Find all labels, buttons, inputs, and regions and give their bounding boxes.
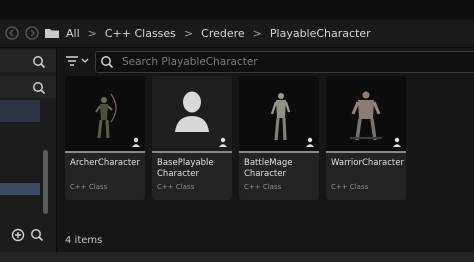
bottom-panel-strip xyxy=(0,252,474,262)
asset-type: C++ Class xyxy=(244,183,282,191)
chevron-right-icon[interactable]: > xyxy=(253,27,262,40)
folder-icon[interactable] xyxy=(44,25,60,41)
breadcrumb-item-playablecharacter[interactable]: PlayableCharacter xyxy=(268,27,373,40)
breadcrumb-item-cpp-classes[interactable]: C++ Classes xyxy=(103,27,178,40)
sources-search-row[interactable] xyxy=(0,50,56,72)
person-icon xyxy=(132,137,140,147)
sources-panel xyxy=(0,48,57,262)
search-bar xyxy=(95,51,474,73)
asset-type-bar xyxy=(152,151,232,153)
asset-type-bar xyxy=(239,151,319,153)
folder-tree-item[interactable] xyxy=(0,100,40,122)
breadcrumb-item-all[interactable]: All xyxy=(64,27,82,40)
person-icon xyxy=(393,137,401,147)
asset-type: C++ Class xyxy=(70,183,108,191)
item-count: 4 items xyxy=(65,235,103,246)
battlemage-figure-thumbnail xyxy=(239,76,319,151)
asset-type-bar xyxy=(65,151,145,153)
asset-tile-archercharacter[interactable]: ArcherCharacter C++ Class xyxy=(65,76,145,200)
sources-search-row[interactable] xyxy=(0,76,56,98)
filter-button[interactable] xyxy=(65,55,93,67)
back-arrow-icon[interactable] xyxy=(4,25,20,41)
search-input[interactable] xyxy=(120,55,454,69)
search-icon xyxy=(101,56,114,69)
asset-tile-battlemagecharacter[interactable]: BattleMage Character C++ Class xyxy=(239,76,319,200)
asset-type: C++ Class xyxy=(157,183,195,191)
breadcrumb: All > C++ Classes > Credere > PlayableCh… xyxy=(64,27,373,40)
search-icon[interactable] xyxy=(32,80,46,95)
top-strip xyxy=(0,0,474,19)
asset-tile-warriorcharacter[interactable]: WarriorCharacter C++ Class xyxy=(326,76,406,200)
asset-type: C++ Class xyxy=(331,183,369,191)
content-toolbar xyxy=(57,48,474,74)
asset-name: BattleMage Character xyxy=(244,158,293,179)
person-icon xyxy=(219,137,227,147)
asset-type-bar xyxy=(326,151,406,153)
scrollbar[interactable] xyxy=(43,150,48,214)
asset-tile-baseplayablecharacter[interactable]: BasePlayable Character C++ Class xyxy=(152,76,232,200)
filter-icon xyxy=(66,56,89,66)
default-avatar-thumbnail xyxy=(152,76,232,151)
search-icon[interactable] xyxy=(30,227,44,242)
folder-tree-item-selected[interactable] xyxy=(0,183,40,195)
asset-name: WarriorCharacter xyxy=(331,158,404,168)
chevron-right-icon[interactable]: > xyxy=(184,27,193,40)
asset-name: ArcherCharacter xyxy=(70,158,140,168)
content-browser: ArcherCharacter C++ Class BasePlayable C… xyxy=(57,48,474,262)
forward-arrow-icon[interactable] xyxy=(24,25,40,41)
add-icon[interactable] xyxy=(11,227,25,242)
asset-name: BasePlayable Character xyxy=(157,158,214,179)
warrior-figure-thumbnail xyxy=(326,76,406,151)
breadcrumb-item-credere[interactable]: Credere xyxy=(199,27,247,40)
person-icon xyxy=(306,137,314,147)
chevron-right-icon[interactable]: > xyxy=(88,27,97,40)
search-icon[interactable] xyxy=(32,54,46,69)
archer-figure-thumbnail xyxy=(65,76,145,151)
navigation-bar: All > C++ Classes > Credere > PlayableCh… xyxy=(0,19,474,48)
